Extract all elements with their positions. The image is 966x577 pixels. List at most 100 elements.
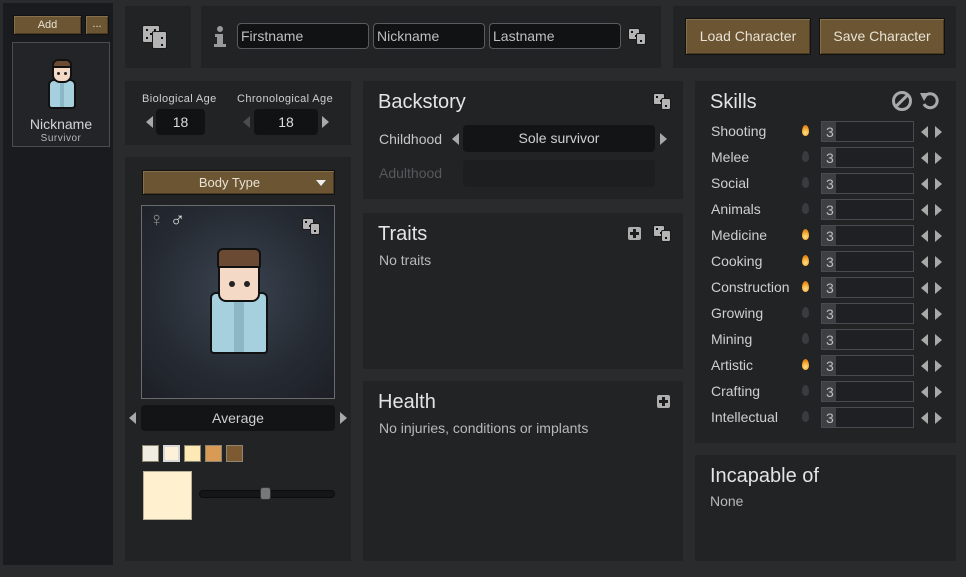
reset-skills-icon[interactable]: [920, 90, 941, 111]
body-type-dropdown[interactable]: Body Type: [142, 170, 335, 195]
skill-row: Mining 3: [695, 329, 956, 351]
skill-decrement-icon[interactable]: [921, 178, 928, 190]
skin-swatch[interactable]: [163, 445, 180, 462]
passion-flame-icon[interactable]: [802, 359, 809, 370]
skill-increment-icon[interactable]: [935, 386, 942, 398]
skill-level-value: 3: [826, 410, 834, 426]
skill-row: Medicine 3: [695, 225, 956, 247]
traits-panel: Traits No traits: [363, 213, 683, 369]
skill-level-bar[interactable]: 3: [821, 225, 914, 246]
pawn-sprite: [208, 246, 272, 358]
skill-increment-icon[interactable]: [935, 412, 942, 424]
childhood-label: Childhood: [379, 131, 443, 147]
skill-increment-icon[interactable]: [935, 334, 942, 346]
skill-increment-icon[interactable]: [935, 256, 942, 268]
skill-level-bar[interactable]: 3: [821, 173, 914, 194]
passion-flame-icon[interactable]: [802, 385, 809, 396]
passion-flame-icon[interactable]: [802, 203, 809, 214]
add-trait-plus-icon[interactable]: [628, 227, 641, 240]
randomize-pawn-dice-icon[interactable]: [142, 25, 172, 51]
skill-increment-icon[interactable]: [935, 308, 942, 320]
female-gender-icon[interactable]: ♀: [149, 210, 164, 230]
skill-level-bar[interactable]: 3: [821, 199, 914, 220]
more-options-button[interactable]: ...: [85, 15, 109, 35]
skill-increment-icon[interactable]: [935, 282, 942, 294]
save-character-button[interactable]: Save Character: [819, 18, 945, 55]
passion-flame-icon[interactable]: [802, 125, 809, 136]
chronological-age-value[interactable]: 18: [254, 109, 318, 135]
add-pawn-button[interactable]: Add: [13, 15, 82, 35]
hair-style-value[interactable]: Average: [141, 405, 335, 431]
skin-swatch[interactable]: [142, 445, 159, 462]
skill-decrement-icon[interactable]: [921, 412, 928, 424]
passion-flame-icon[interactable]: [802, 281, 809, 292]
skill-row: Intellectual 3: [695, 407, 956, 429]
skill-level-bar[interactable]: 3: [821, 407, 914, 428]
passion-flame-icon[interactable]: [802, 177, 809, 188]
skill-increment-icon[interactable]: [935, 178, 942, 190]
skill-increment-icon[interactable]: [935, 152, 942, 164]
childhood-next-icon[interactable]: [660, 133, 667, 145]
skin-color-slider[interactable]: [199, 487, 335, 500]
firstname-input[interactable]: [237, 23, 369, 49]
hair-style-next-icon[interactable]: [340, 412, 347, 424]
passion-flame-icon[interactable]: [802, 333, 809, 344]
skin-swatch[interactable]: [226, 445, 243, 462]
passion-flame-icon[interactable]: [802, 229, 809, 240]
skill-increment-icon[interactable]: [935, 230, 942, 242]
add-health-plus-icon[interactable]: [657, 395, 670, 408]
randomize-appearance-dice-icon[interactable]: [302, 218, 322, 236]
childhood-prev-icon[interactable]: [452, 133, 459, 145]
skin-slider-handle[interactable]: [260, 487, 271, 500]
nickname-input[interactable]: [373, 23, 485, 49]
skill-increment-icon[interactable]: [935, 204, 942, 216]
lastname-input[interactable]: [489, 23, 621, 49]
load-character-button[interactable]: Load Character: [685, 18, 811, 55]
passion-flame-icon[interactable]: [802, 411, 809, 422]
skill-decrement-icon[interactable]: [921, 282, 928, 294]
skill-level-bar[interactable]: 3: [821, 329, 914, 350]
skill-level-bar[interactable]: 3: [821, 277, 914, 298]
childhood-value[interactable]: Sole survivor: [463, 125, 655, 152]
skin-swatch[interactable]: [205, 445, 222, 462]
chronological-age-label: Chronological Age: [237, 93, 334, 105]
skill-increment-icon[interactable]: [935, 360, 942, 372]
info-icon[interactable]: [214, 26, 226, 48]
male-gender-icon[interactable]: ♂: [170, 210, 185, 230]
randomize-backstory-dice-icon[interactable]: [653, 93, 673, 111]
skill-decrement-icon[interactable]: [921, 360, 928, 372]
passion-flame-icon[interactable]: [802, 255, 809, 266]
skill-level-value: 3: [826, 332, 834, 348]
skill-level-bar[interactable]: 3: [821, 355, 914, 376]
clear-skills-icon[interactable]: [892, 91, 912, 111]
skill-level-bar[interactable]: 3: [821, 121, 914, 142]
skill-decrement-icon[interactable]: [921, 256, 928, 268]
skill-decrement-icon[interactable]: [921, 308, 928, 320]
skills-panel: Skills Shooting 3 Melee 3 Social 3 Animals 3 Med…: [695, 81, 956, 443]
randomize-traits-dice-icon[interactable]: [653, 225, 673, 243]
skill-level-bar[interactable]: 3: [821, 147, 914, 168]
skill-decrement-icon[interactable]: [921, 334, 928, 346]
passion-flame-icon[interactable]: [802, 307, 809, 318]
skill-decrement-icon[interactable]: [921, 126, 928, 138]
skin-swatch[interactable]: [184, 445, 201, 462]
skill-decrement-icon[interactable]: [921, 386, 928, 398]
skill-row: Social 3: [695, 173, 956, 195]
biological-age-value[interactable]: 18: [156, 109, 205, 135]
skill-level-bar[interactable]: 3: [821, 303, 914, 324]
chronological-age-decrement-icon[interactable]: [243, 116, 250, 128]
biological-age-decrement-icon[interactable]: [146, 116, 153, 128]
skill-row: Construction 3: [695, 277, 956, 299]
pawn-card[interactable]: Nickname Survivor: [12, 42, 110, 147]
skill-increment-icon[interactable]: [935, 126, 942, 138]
randomize-name-dice-icon[interactable]: [628, 28, 648, 46]
hair-style-prev-icon[interactable]: [129, 412, 136, 424]
skill-decrement-icon[interactable]: [921, 204, 928, 216]
skill-decrement-icon[interactable]: [921, 230, 928, 242]
passion-flame-icon[interactable]: [802, 151, 809, 162]
skill-name: Intellectual: [711, 409, 778, 425]
skill-level-bar[interactable]: 3: [821, 251, 914, 272]
skill-decrement-icon[interactable]: [921, 152, 928, 164]
skill-level-bar[interactable]: 3: [821, 381, 914, 402]
chronological-age-increment-icon[interactable]: [322, 116, 329, 128]
